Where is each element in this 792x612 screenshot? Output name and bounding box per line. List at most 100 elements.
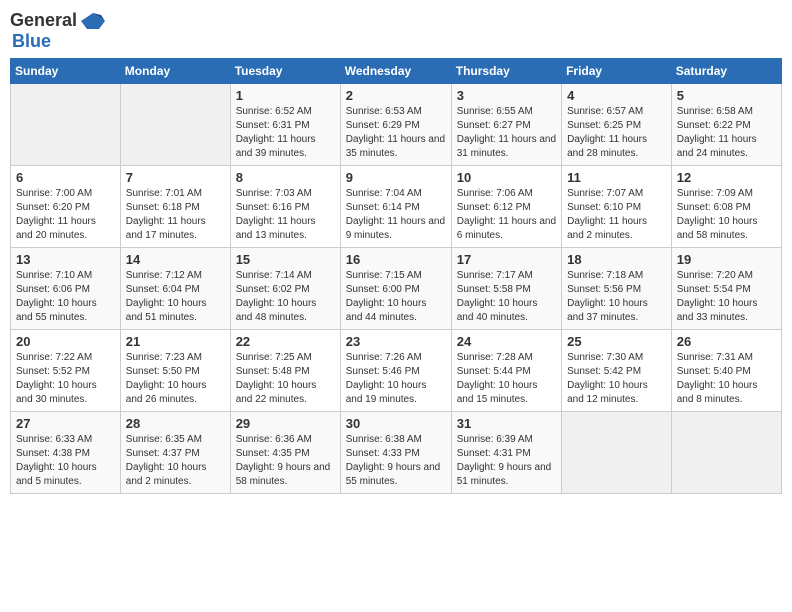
logo-icon — [79, 11, 107, 31]
day-number: 18 — [567, 252, 666, 267]
day-info: Sunrise: 6:39 AM Sunset: 4:31 PM Dayligh… — [457, 433, 556, 489]
day-cell: 8 Sunrise: 7:03 AM Sunset: 6:16 PM Daylig… — [230, 166, 340, 248]
day-cell: 18 Sunrise: 7:18 AM Sunset: 5:56 PM Dayli… — [562, 248, 672, 330]
day-cell: 20Sunrise: 7:22 AM Sunset: 5:52 PM Dayli… — [11, 330, 121, 412]
day-info: Sunrise: 7:15 AM Sunset: 6:00 PM Dayligh… — [346, 269, 446, 325]
week-row-3: 13Sunrise: 7:10 AM Sunset: 6:06 PM Dayli… — [11, 248, 782, 330]
day-info: Sunrise: 7:07 AM Sunset: 6:10 PM Dayligh… — [567, 187, 666, 243]
day-info: Sunrise: 7:23 AM Sunset: 5:50 PM Dayligh… — [126, 351, 225, 407]
day-cell: 30 Sunrise: 6:38 AM Sunset: 4:33 PM Dayli… — [340, 412, 451, 494]
day-info: Sunrise: 7:17 AM Sunset: 5:58 PM Dayligh… — [457, 269, 556, 325]
day-cell: 1 Sunrise: 6:52 AM Sunset: 6:31 PM Daylig… — [230, 84, 340, 166]
day-info: Sunrise: 7:06 AM Sunset: 6:12 PM Dayligh… — [457, 187, 556, 243]
day-number: 10 — [457, 170, 556, 185]
day-cell — [671, 412, 781, 494]
day-number: 5 — [677, 88, 776, 103]
week-row-4: 20Sunrise: 7:22 AM Sunset: 5:52 PM Dayli… — [11, 330, 782, 412]
day-info: Sunrise: 7:20 AM Sunset: 5:54 PM Dayligh… — [677, 269, 776, 325]
day-number: 12 — [677, 170, 776, 185]
day-info: Sunrise: 6:36 AM Sunset: 4:35 PM Dayligh… — [236, 433, 335, 489]
day-cell: 22 Sunrise: 7:25 AM Sunset: 5:48 PM Dayli… — [230, 330, 340, 412]
day-cell: 25 Sunrise: 7:30 AM Sunset: 5:42 PM Dayli… — [562, 330, 672, 412]
logo-blue: Blue — [12, 31, 51, 52]
day-cell: 9 Sunrise: 7:04 AM Sunset: 6:14 PM Daylig… — [340, 166, 451, 248]
day-info: Sunrise: 7:09 AM Sunset: 6:08 PM Dayligh… — [677, 187, 776, 243]
day-cell: 17 Sunrise: 7:17 AM Sunset: 5:58 PM Dayli… — [451, 248, 561, 330]
day-info: Sunrise: 6:38 AM Sunset: 4:33 PM Dayligh… — [346, 433, 446, 489]
day-cell: 27 Sunrise: 6:33 AM Sunset: 4:38 PM Dayli… — [11, 412, 121, 494]
week-row-2: 6Sunrise: 7:00 AM Sunset: 6:20 PM Daylig… — [11, 166, 782, 248]
day-cell: 28 Sunrise: 6:35 AM Sunset: 4:37 PM Dayli… — [120, 412, 230, 494]
day-number: 8 — [236, 170, 335, 185]
day-cell — [562, 412, 672, 494]
day-info: Sunrise: 7:30 AM Sunset: 5:42 PM Dayligh… — [567, 351, 666, 407]
day-cell: 10 Sunrise: 7:06 AM Sunset: 6:12 PM Dayli… — [451, 166, 561, 248]
day-number: 31 — [457, 416, 556, 431]
day-info: Sunrise: 6:53 AM Sunset: 6:29 PM Dayligh… — [346, 105, 446, 161]
day-header-tuesday: Tuesday — [230, 59, 340, 84]
day-number: 27 — [16, 416, 115, 431]
day-header-wednesday: Wednesday — [340, 59, 451, 84]
day-cell — [11, 84, 121, 166]
day-number: 19 — [677, 252, 776, 267]
day-info: Sunrise: 7:04 AM Sunset: 6:14 PM Dayligh… — [346, 187, 446, 243]
day-number: 25 — [567, 334, 666, 349]
day-info: Sunrise: 6:55 AM Sunset: 6:27 PM Dayligh… — [457, 105, 556, 161]
day-cell: 23Sunrise: 7:26 AM Sunset: 5:46 PM Dayli… — [340, 330, 451, 412]
day-cell: 2 Sunrise: 6:53 AM Sunset: 6:29 PM Daylig… — [340, 84, 451, 166]
day-info: Sunrise: 7:28 AM Sunset: 5:44 PM Dayligh… — [457, 351, 556, 407]
day-info: Sunrise: 7:18 AM Sunset: 5:56 PM Dayligh… — [567, 269, 666, 325]
day-number: 1 — [236, 88, 335, 103]
day-cell: 24 Sunrise: 7:28 AM Sunset: 5:44 PM Dayli… — [451, 330, 561, 412]
week-row-5: 27 Sunrise: 6:33 AM Sunset: 4:38 PM Dayli… — [11, 412, 782, 494]
day-info: Sunrise: 7:22 AM Sunset: 5:52 PM Dayligh… — [16, 351, 115, 407]
day-info: Sunrise: 7:26 AM Sunset: 5:46 PM Dayligh… — [346, 351, 446, 407]
day-info: Sunrise: 7:25 AM Sunset: 5:48 PM Dayligh… — [236, 351, 335, 407]
day-info: Sunrise: 7:03 AM Sunset: 6:16 PM Dayligh… — [236, 187, 335, 243]
day-number: 7 — [126, 170, 225, 185]
day-number: 17 — [457, 252, 556, 267]
day-cell: 4Sunrise: 6:57 AM Sunset: 6:25 PM Daylig… — [562, 84, 672, 166]
day-cell: 3Sunrise: 6:55 AM Sunset: 6:27 PM Daylig… — [451, 84, 561, 166]
day-number: 13 — [16, 252, 115, 267]
day-info: Sunrise: 7:14 AM Sunset: 6:02 PM Dayligh… — [236, 269, 335, 325]
day-header-thursday: Thursday — [451, 59, 561, 84]
day-number: 26 — [677, 334, 776, 349]
day-number: 15 — [236, 252, 335, 267]
day-number: 21 — [126, 334, 225, 349]
day-cell: 14 Sunrise: 7:12 AM Sunset: 6:04 PM Dayli… — [120, 248, 230, 330]
day-info: Sunrise: 6:33 AM Sunset: 4:38 PM Dayligh… — [16, 433, 115, 489]
day-number: 2 — [346, 88, 446, 103]
day-number: 11 — [567, 170, 666, 185]
day-info: Sunrise: 7:00 AM Sunset: 6:20 PM Dayligh… — [16, 187, 115, 243]
day-cell — [120, 84, 230, 166]
calendar-table: SundayMondayTuesdayWednesdayThursdayFrid… — [10, 58, 782, 494]
day-info: Sunrise: 6:35 AM Sunset: 4:37 PM Dayligh… — [126, 433, 225, 489]
day-cell: 11 Sunrise: 7:07 AM Sunset: 6:10 PM Dayli… — [562, 166, 672, 248]
day-info: Sunrise: 7:31 AM Sunset: 5:40 PM Dayligh… — [677, 351, 776, 407]
day-cell: 21 Sunrise: 7:23 AM Sunset: 5:50 PM Dayli… — [120, 330, 230, 412]
logo: General Blue — [10, 10, 107, 52]
day-number: 16 — [346, 252, 446, 267]
day-info: Sunrise: 7:12 AM Sunset: 6:04 PM Dayligh… — [126, 269, 225, 325]
day-number: 14 — [126, 252, 225, 267]
day-number: 24 — [457, 334, 556, 349]
day-cell: 29Sunrise: 6:36 AM Sunset: 4:35 PM Dayli… — [230, 412, 340, 494]
day-header-monday: Monday — [120, 59, 230, 84]
day-cell: 31 Sunrise: 6:39 AM Sunset: 4:31 PM Dayli… — [451, 412, 561, 494]
day-info: Sunrise: 6:52 AM Sunset: 6:31 PM Dayligh… — [236, 105, 335, 161]
day-info: Sunrise: 6:57 AM Sunset: 6:25 PM Dayligh… — [567, 105, 666, 161]
day-cell: 12 Sunrise: 7:09 AM Sunset: 6:08 PM Dayli… — [671, 166, 781, 248]
day-cell: 16 Sunrise: 7:15 AM Sunset: 6:00 PM Dayli… — [340, 248, 451, 330]
page-header: General Blue — [10, 10, 782, 52]
day-cell: 19 Sunrise: 7:20 AM Sunset: 5:54 PM Dayli… — [671, 248, 781, 330]
day-cell: 15 Sunrise: 7:14 AM Sunset: 6:02 PM Dayli… — [230, 248, 340, 330]
day-cell: 13Sunrise: 7:10 AM Sunset: 6:06 PM Dayli… — [11, 248, 121, 330]
day-number: 30 — [346, 416, 446, 431]
day-number: 9 — [346, 170, 446, 185]
day-info: Sunrise: 6:58 AM Sunset: 6:22 PM Dayligh… — [677, 105, 776, 161]
day-cell: 26 Sunrise: 7:31 AM Sunset: 5:40 PM Dayli… — [671, 330, 781, 412]
day-header-sunday: Sunday — [11, 59, 121, 84]
day-number: 22 — [236, 334, 335, 349]
day-number: 28 — [126, 416, 225, 431]
